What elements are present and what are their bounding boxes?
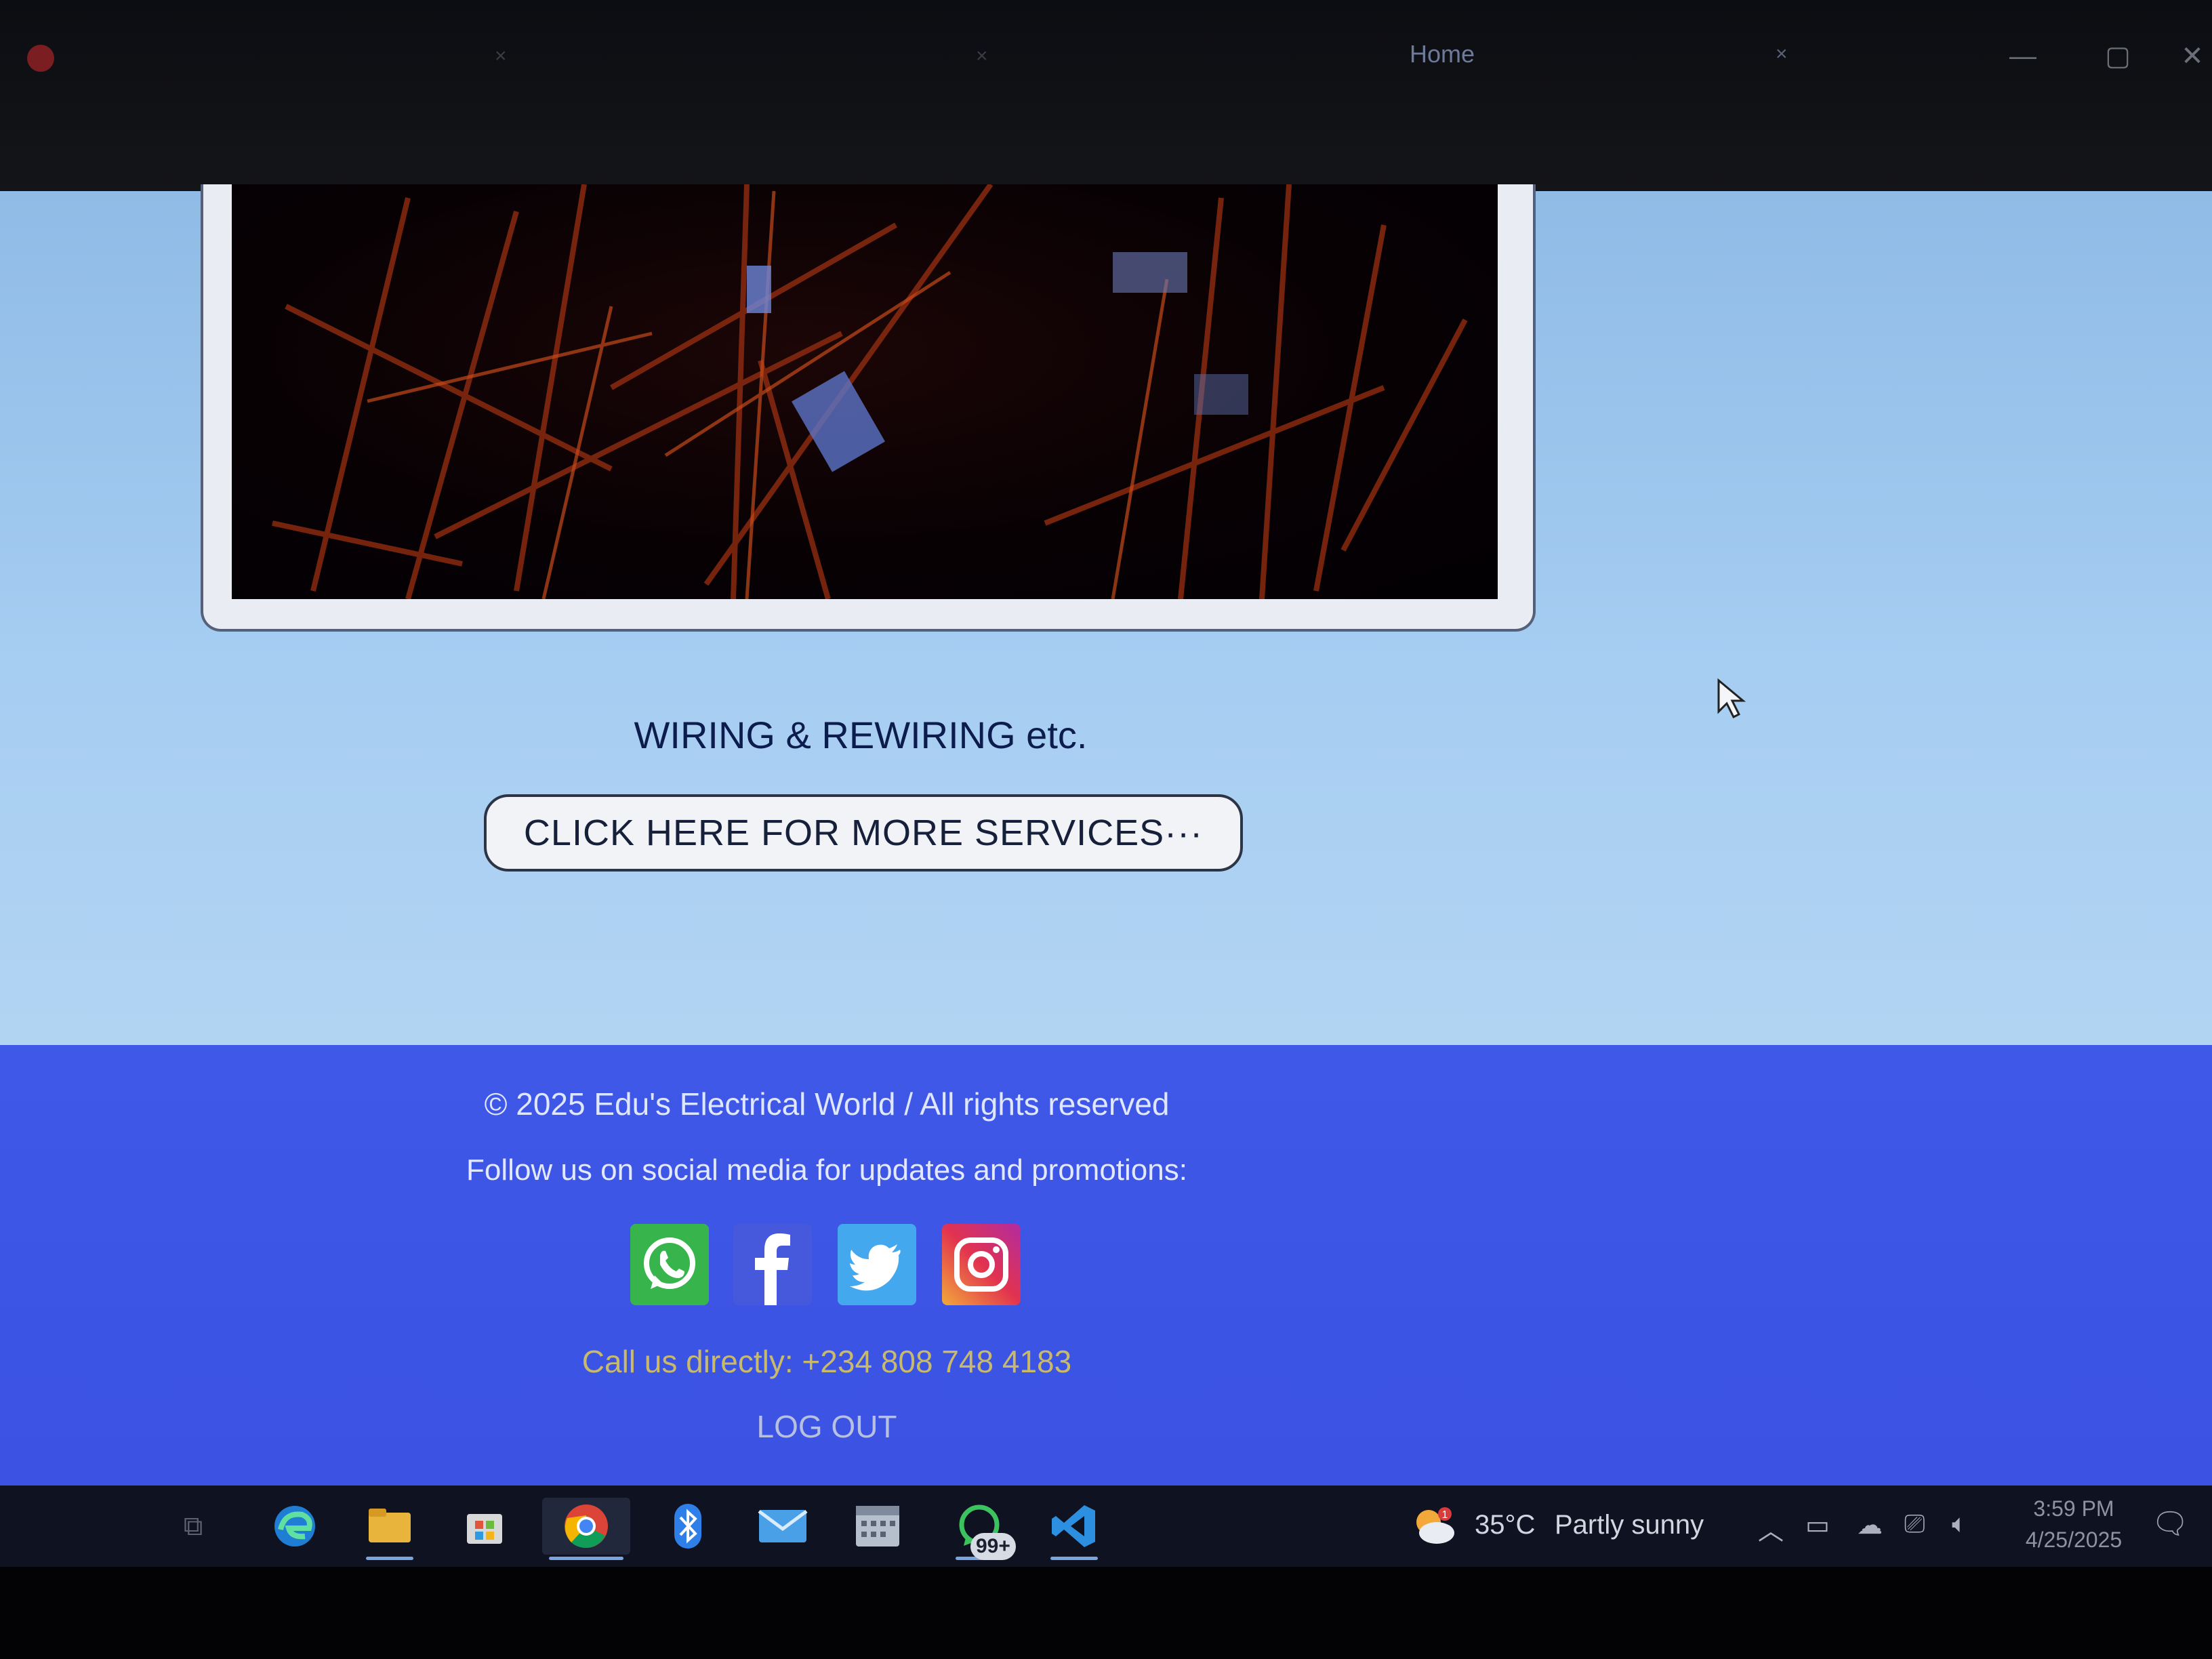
weather-description[interactable]: Partly sunny xyxy=(1555,1510,1704,1540)
edge-icon[interactable] xyxy=(264,1498,325,1555)
weather-icon[interactable]: 1 xyxy=(1410,1506,1458,1547)
notifications-icon[interactable]: 🗨︎ xyxy=(2150,1506,2190,1545)
whatsapp-unread-badge: 99+ xyxy=(970,1533,1016,1560)
tab-close-icon[interactable]: × xyxy=(1776,30,1788,79)
app-icon xyxy=(27,45,54,72)
page-content: WIRING & REWIRING etc. CLICK HERE FOR MO… xyxy=(0,184,2212,1045)
wiring-photo xyxy=(232,184,1498,599)
browser-tab[interactable]: × xyxy=(468,30,888,79)
volume-icon[interactable]: 🔈︎ xyxy=(1952,1510,1967,1539)
maximize-button[interactable]: ▢ xyxy=(2094,33,2142,80)
chrome-icon[interactable] xyxy=(542,1498,630,1560)
browser-toolbar: ⤓ ● xyxy=(0,115,2212,276)
facebook-icon[interactable] xyxy=(733,1224,812,1305)
weather-temperature[interactable]: 35°C xyxy=(1475,1510,1535,1540)
browser-chrome: × × Home × — ▢ ✕ ⤓ ● xyxy=(0,0,2212,276)
logout-link[interactable]: LOG OUT xyxy=(0,1408,1654,1445)
store-icon[interactable] xyxy=(454,1498,515,1555)
call-us-text: Call us directly: +234 808 748 4183 xyxy=(581,1344,1072,1379)
weather-alert-count: 1 xyxy=(1442,1509,1448,1521)
onedrive-cloud-icon[interactable]: ☁ xyxy=(1857,1510,1883,1540)
service-image-frame xyxy=(201,184,1536,632)
more-services-button[interactable]: CLICK HERE FOR MORE SERVICES··· xyxy=(484,794,1243,872)
service-caption: WIRING & REWIRING etc. xyxy=(634,714,1088,756)
tab-strip: × × Home × — ▢ ✕ xyxy=(0,0,2212,108)
tab-close-icon[interactable]: × xyxy=(495,45,507,67)
tab-title: Home xyxy=(1410,40,1475,68)
calendar-icon[interactable] xyxy=(847,1498,908,1555)
mail-icon[interactable] xyxy=(752,1498,813,1555)
copyright-text: © 2025 Edu's Electrical World / All righ… xyxy=(484,1086,1170,1122)
follow-us-text: Follow us on social media for updates an… xyxy=(466,1153,1187,1187)
minimize-button[interactable]: — xyxy=(1999,33,2047,80)
bluetooth-icon[interactable] xyxy=(657,1498,718,1555)
battery-icon[interactable]: ▭ xyxy=(1805,1510,1830,1540)
show-hidden-icons-chevron-icon[interactable]: ︿ xyxy=(1758,1510,1784,1547)
monitor-bezel xyxy=(0,1567,2212,1659)
browser-tab-home[interactable]: Home × xyxy=(1410,30,1788,79)
wiring-photo-art xyxy=(272,184,1468,599)
whatsapp-icon[interactable] xyxy=(630,1224,709,1305)
mouse-cursor-icon xyxy=(1717,678,1746,719)
twitter-icon[interactable] xyxy=(838,1224,916,1305)
clock-time[interactable]: 3:59 PM xyxy=(2006,1496,2142,1521)
site-footer: © 2025 Edu's Electrical World / All righ… xyxy=(0,1045,2212,1486)
instagram-icon[interactable] xyxy=(942,1224,1021,1305)
windows-taskbar: ⧉ 99+ 1 35°C Partly sunny ︿ ▭ ☁ ⎚ 🔈︎ 3:5… xyxy=(0,1486,2212,1567)
clock-date[interactable]: 4/25/2025 xyxy=(2006,1528,2142,1553)
tab-close-icon[interactable]: × xyxy=(976,45,988,67)
task-view-button[interactable]: ⧉ xyxy=(163,1498,224,1555)
browser-tab[interactable]: × xyxy=(949,30,1328,79)
meet-now-icon[interactable]: ⎚ xyxy=(1904,1510,1925,1539)
close-window-button[interactable]: ✕ xyxy=(2169,33,2212,80)
file-explorer-icon[interactable] xyxy=(359,1498,420,1560)
vscode-icon[interactable] xyxy=(1044,1498,1105,1560)
